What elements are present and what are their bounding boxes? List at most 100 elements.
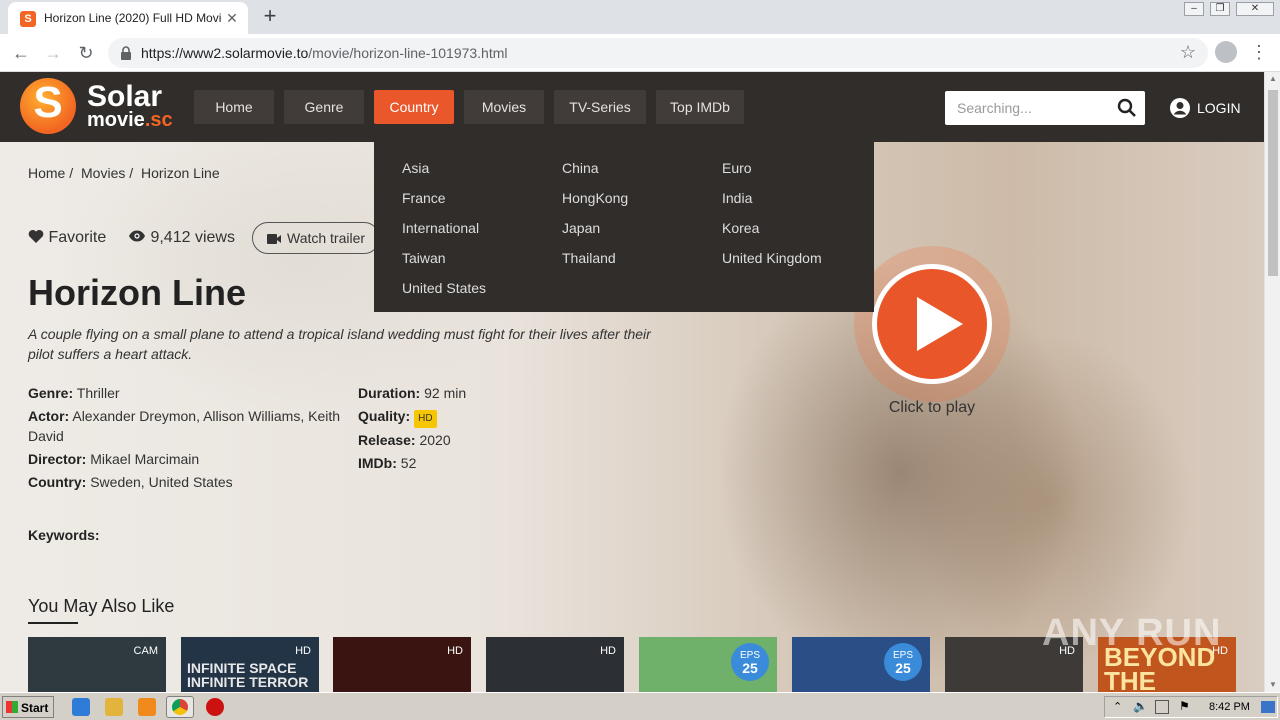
solarmovie-logo-icon[interactable]: S (20, 78, 76, 134)
bookmark-star-icon[interactable]: ☆ (1180, 42, 1196, 63)
volume-icon[interactable]: 🔈 (1133, 699, 1148, 713)
start-label: Start (21, 701, 49, 715)
meta-imdb-label: IMDb: (358, 455, 397, 471)
country-item-asia[interactable]: Asia (402, 160, 429, 176)
meta-genre-label: Genre: (28, 385, 74, 401)
site-header: S Solar movie.sc Home Genre Country Movi… (0, 72, 1264, 142)
new-tab-button[interactable]: + (258, 5, 282, 29)
nav-country[interactable]: Country (374, 90, 454, 124)
meta-country-value[interactable]: Sweden, United States (90, 474, 232, 490)
meta-genre-value[interactable]: Thriller (77, 385, 120, 401)
logo-text-movie[interactable]: movie.sc (87, 110, 173, 130)
episodes-badge: EPS 25 (884, 643, 922, 681)
browser-tab[interactable]: S Horizon Line (2020) Full HD Movie | S … (8, 2, 248, 34)
opera-icon[interactable] (206, 698, 224, 716)
country-item-united-kingdom[interactable]: United Kingdom (722, 250, 822, 266)
country-item-international[interactable]: International (402, 220, 479, 236)
lock-icon (121, 46, 131, 60)
meta-release: Release: 2020 (358, 430, 451, 450)
meta-director-value[interactable]: Mikael Marcimain (90, 451, 199, 467)
quality-badge: HD (414, 410, 437, 428)
nav-tv-series[interactable]: TV-Series (554, 90, 646, 124)
page: S Solar movie.sc Home Genre Country Movi… (0, 72, 1264, 692)
meta-duration-value: 92 min (424, 385, 467, 401)
watch-trailer-label: Watch trailer (287, 230, 366, 246)
login-label: LOGIN (1197, 100, 1241, 116)
address-bar[interactable]: https://www2.solarmovie.to/movie/horizon… (108, 38, 1208, 68)
poster-card[interactable]: EPS 25 (792, 637, 930, 692)
search-input[interactable] (945, 91, 1115, 125)
meta-quality: Quality: HD (358, 406, 437, 428)
tab-close-icon[interactable]: ✕ (224, 10, 240, 26)
breadcrumb-movies[interactable]: Movies / (81, 165, 133, 181)
click-to-play-label[interactable]: Click to play (852, 399, 1012, 417)
url-host: https://www2.solarmovie.to (141, 45, 309, 61)
internet-explorer-icon[interactable] (72, 698, 90, 716)
meta-quality-label: Quality: (358, 408, 411, 424)
page-viewport: S Solar movie.sc Home Genre Country Movi… (0, 72, 1280, 692)
flag-icon[interactable]: ⚑ (1179, 699, 1190, 713)
heading-underline (28, 622, 78, 624)
start-button[interactable]: Start (2, 696, 54, 718)
country-item-hongkong[interactable]: HongKong (562, 190, 628, 206)
breadcrumb-home[interactable]: Home / (28, 165, 73, 181)
minimize-window-button[interactable]: – (1184, 2, 1204, 16)
nav-movies[interactable]: Movies (464, 90, 544, 124)
forward-arrow-icon[interactable]: → (41, 41, 65, 65)
country-item-india[interactable]: India (722, 190, 752, 206)
eps-count: 25 (742, 660, 758, 676)
scroll-down-arrow-icon[interactable]: ▼ (1265, 678, 1280, 692)
country-item-japan[interactable]: Japan (562, 220, 600, 236)
meta-duration: Duration: 92 min (358, 383, 466, 403)
media-player-icon[interactable] (138, 698, 156, 716)
meta-release-value[interactable]: 2020 (419, 432, 450, 448)
back-arrow-icon[interactable]: ← (9, 41, 33, 65)
nav-top-imdb[interactable]: Top IMDb (656, 90, 744, 124)
browser-menu-icon[interactable]: ⋮ (1250, 41, 1268, 65)
nav-genre[interactable]: Genre (284, 90, 364, 124)
episodes-badge: EPS 25 (731, 643, 769, 681)
country-item-france[interactable]: France (402, 190, 446, 206)
poster-card[interactable]: CAM (28, 637, 166, 692)
meta-actor-label: Actor: (28, 408, 70, 424)
search-icon[interactable] (1117, 98, 1137, 118)
country-item-korea[interactable]: Korea (722, 220, 759, 236)
poster-card[interactable]: EPS 25 (639, 637, 777, 692)
scrollbar-thumb[interactable] (1268, 90, 1278, 276)
reload-icon[interactable]: ↻ (74, 41, 98, 65)
network-icon[interactable] (1155, 700, 1169, 714)
country-item-euro[interactable]: Euro (722, 160, 752, 176)
chrome-taskbar-button[interactable] (166, 696, 194, 718)
nav-home[interactable]: Home (194, 90, 274, 124)
file-explorer-icon[interactable] (105, 698, 123, 716)
clock[interactable]: 8:42 PM (1209, 701, 1250, 713)
page-scrollbar[interactable]: ▲ ▼ (1264, 72, 1280, 692)
meta-country: Country: Sweden, United States (28, 472, 233, 492)
country-item-taiwan[interactable]: Taiwan (402, 250, 446, 266)
country-item-china[interactable]: China (562, 160, 599, 176)
watch-trailer-button[interactable]: Watch trailer (252, 222, 380, 254)
quality-badge: CAM (133, 645, 158, 657)
profile-avatar-icon[interactable] (1215, 41, 1237, 63)
poster-card[interactable]: HD (486, 637, 624, 692)
play-button[interactable] (872, 264, 992, 384)
country-dropdown-menu: Asia China Euro France HongKong India In… (374, 142, 874, 312)
show-desktop-icon[interactable] (1261, 701, 1275, 713)
breadcrumb-current: Horizon Line (141, 165, 220, 181)
meta-country-label: Country: (28, 474, 87, 490)
logo-text-solar[interactable]: Solar (87, 82, 162, 112)
url-path: /movie/horizon-line-101973.html (308, 45, 508, 61)
meta-release-label: Release: (358, 432, 416, 448)
windows-taskbar: Start ⌃ 🔈 ⚑ 8:42 PM (0, 692, 1280, 720)
poster-card[interactable]: HD (333, 637, 471, 692)
favorite-button[interactable]: Favorite (28, 229, 106, 247)
tray-expand-icon[interactable]: ⌃ (1113, 700, 1122, 713)
meta-actor-value[interactable]: Alexander Dreymon, Allison Williams, Kei… (28, 408, 340, 444)
restore-window-button[interactable]: ❐ (1210, 2, 1230, 16)
poster-card[interactable]: HD INFINITE SPACE INFINITE TERROR (181, 637, 319, 692)
country-item-united-states[interactable]: United States (402, 280, 486, 296)
meta-director: Director: Mikael Marcimain (28, 449, 199, 469)
country-item-thailand[interactable]: Thailand (562, 250, 616, 266)
scroll-up-arrow-icon[interactable]: ▲ (1265, 72, 1280, 86)
close-window-button[interactable]: ✕ (1236, 2, 1274, 16)
